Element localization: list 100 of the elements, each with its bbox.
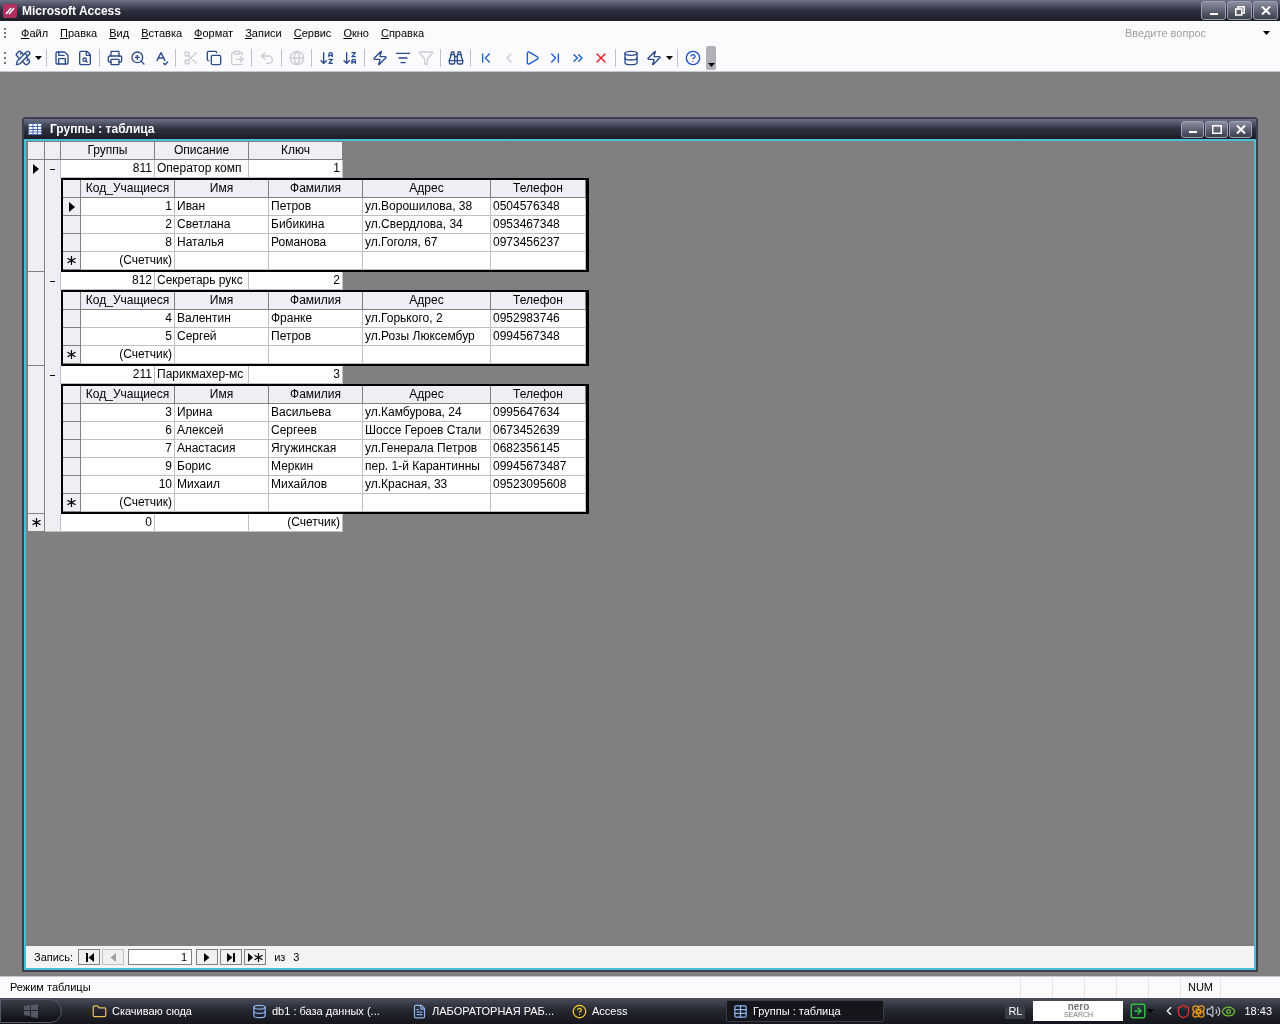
- minimize-button[interactable]: [1201, 1, 1226, 20]
- record-number-field[interactable]: 1: [128, 949, 193, 965]
- table-icon: [733, 1003, 748, 1019]
- first-icon: [84, 952, 94, 962]
- table-cell: 09523095608: [491, 476, 586, 494]
- current-record-icon: [33, 164, 39, 174]
- start-button[interactable]: [0, 999, 62, 1023]
- close-icon: [1235, 124, 1246, 134]
- column-header[interactable]: Фамилия: [269, 180, 363, 198]
- new-record-button[interactable]: [244, 949, 267, 965]
- menu-item[interactable]: Записи: [239, 23, 288, 42]
- table-cell: Парикмахер-мс: [155, 366, 249, 384]
- menu-item[interactable]: Формат: [188, 23, 240, 42]
- menu-item[interactable]: Окно: [337, 23, 375, 42]
- close-icon: [1260, 6, 1271, 15]
- table-cell: (Счетчик): [249, 514, 343, 532]
- column-header[interactable]: Код_Учащиеся: [81, 292, 175, 310]
- taskbar-button[interactable]: Скачиваю сюда: [86, 1000, 244, 1022]
- column-header[interactable]: Код_Учащиеся: [81, 180, 175, 198]
- table-cell: 3: [81, 404, 175, 422]
- column-header[interactable]: Фамилия: [269, 386, 363, 404]
- column-header[interactable]: Имя: [175, 180, 269, 198]
- table-cell: Шоссе Героев Стали: [363, 422, 491, 440]
- table-cell: 0994567348: [491, 328, 586, 346]
- table-cell: (Счетчик): [81, 252, 175, 270]
- current-record-icon: [68, 201, 75, 212]
- table-cell: Меркин: [269, 458, 363, 476]
- record-selector[interactable]: [63, 198, 81, 216]
- taskbar-button[interactable]: db1 : база данных (...: [246, 1000, 404, 1022]
- close-button[interactable]: [1229, 120, 1252, 138]
- column-header[interactable]: Адрес: [363, 292, 491, 310]
- table-cell: 811: [61, 160, 155, 178]
- header-corner: [63, 180, 81, 198]
- record-count: 3: [293, 949, 300, 965]
- table-cell: Секретарь рукс: [155, 272, 249, 290]
- menu-item[interactable]: Вид: [103, 23, 136, 42]
- column-header[interactable]: Описание: [155, 142, 249, 160]
- header-corner: [63, 292, 81, 310]
- maximize-button[interactable]: [1205, 120, 1228, 138]
- menu-item[interactable]: Файл: [15, 23, 55, 42]
- restore-icon: [1234, 5, 1245, 16]
- table-cell: ул.Свердлова, 34: [363, 216, 491, 234]
- table-cell: Петров: [269, 198, 363, 216]
- column-header[interactable]: Фамилия: [269, 292, 363, 310]
- taskbar-button[interactable]: Access: [566, 1000, 724, 1022]
- restore-button[interactable]: [1227, 1, 1252, 20]
- flower-icon[interactable]: [1191, 1003, 1207, 1019]
- caret-icon: [707, 62, 715, 67]
- table-cell: 9: [81, 458, 175, 476]
- table-cell: 10: [81, 476, 175, 494]
- help-question-field[interactable]: Введите вопрос: [1125, 23, 1255, 42]
- column-header[interactable]: Группы: [61, 142, 155, 160]
- record-selector[interactable]: [63, 252, 81, 270]
- new-record-icon: [247, 952, 263, 962]
- column-header[interactable]: Код_Учащиеся: [81, 386, 175, 404]
- table-cell: 1: [249, 160, 343, 178]
- eye-icon[interactable]: [1221, 1003, 1237, 1019]
- table-cell: ул.Камбурова, 24: [363, 404, 491, 422]
- column-header[interactable]: Ключ: [249, 142, 343, 160]
- menu-item[interactable]: Справка: [374, 23, 431, 42]
- table-cell: ул.Горького, 2: [363, 310, 491, 328]
- first-record-button[interactable]: [78, 949, 101, 965]
- windows-logo-icon: [23, 1004, 39, 1018]
- record-selector[interactable]: [63, 494, 81, 512]
- record-selector[interactable]: [63, 346, 81, 364]
- shield-icon[interactable]: [1176, 1003, 1192, 1019]
- table-cell: Михаил: [175, 476, 269, 494]
- menu-item[interactable]: Вставка: [135, 23, 189, 42]
- new-record-icon: [67, 498, 76, 507]
- column-header[interactable]: Телефон: [491, 180, 586, 198]
- taskbar-button[interactable]: ЛАБОРАТОРНАЯ РАБ...: [406, 1000, 564, 1022]
- close-button[interactable]: [1253, 1, 1278, 20]
- table-cell: пер. 1-й Карантинны: [363, 458, 491, 476]
- taskbar-button[interactable]: Группы : таблица: [726, 1000, 884, 1022]
- grip-icon: [4, 50, 7, 65]
- header-corner: [63, 386, 81, 404]
- column-header[interactable]: Телефон: [491, 292, 586, 310]
- table-cell: 6: [81, 422, 175, 440]
- table-cell: Оператор комп: [155, 160, 249, 178]
- table-cell: ул.Розы Люксембур: [363, 328, 491, 346]
- record-selector[interactable]: [28, 514, 45, 532]
- table-cell: 2: [81, 216, 175, 234]
- last-record-button[interactable]: [220, 949, 243, 965]
- language-indicator[interactable]: RL: [1005, 1002, 1026, 1020]
- table-cell: Алексей: [175, 422, 269, 440]
- column-header[interactable]: Имя: [175, 386, 269, 404]
- column-header[interactable]: Адрес: [363, 180, 491, 198]
- menu-item[interactable]: Правка: [54, 23, 104, 42]
- table-cell: 5: [81, 328, 175, 346]
- column-header[interactable]: Телефон: [491, 386, 586, 404]
- menu-item[interactable]: Сервис: [287, 23, 338, 42]
- next-record-button[interactable]: [196, 949, 219, 965]
- table-cell: Анастасия: [175, 440, 269, 458]
- grip-icon: [4, 26, 7, 39]
- column-header[interactable]: Адрес: [363, 386, 491, 404]
- toolbar-options-handle[interactable]: [706, 45, 716, 70]
- column-header[interactable]: Имя: [175, 292, 269, 310]
- minimize-button[interactable]: [1181, 120, 1204, 138]
- table-cell: 0995647634: [491, 404, 586, 422]
- speaker-icon[interactable]: [1206, 1003, 1222, 1019]
